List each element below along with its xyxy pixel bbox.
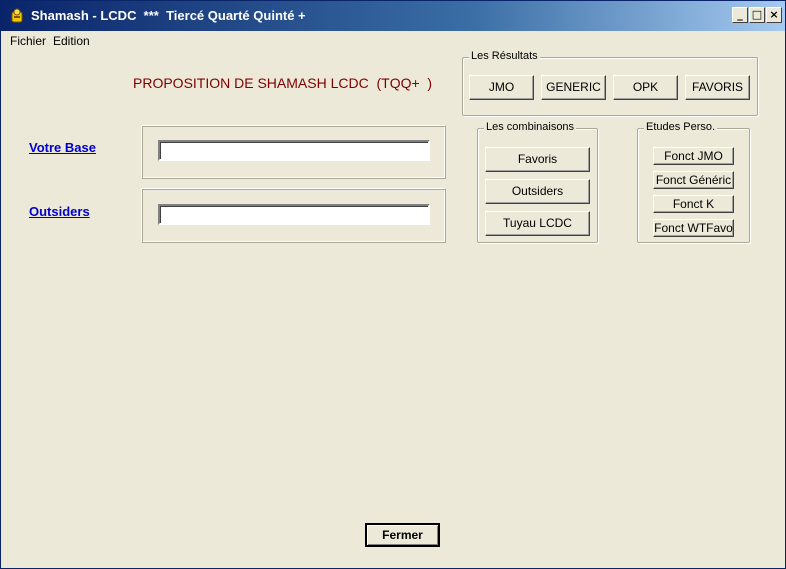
outsiders-combinaison-button[interactable]: Outsiders bbox=[485, 179, 590, 204]
outsiders-input[interactable] bbox=[158, 204, 430, 225]
fermer-button[interactable]: Fermer bbox=[365, 523, 440, 547]
combinaisons-group: Les combinaisons Favoris Outsiders Tuyau… bbox=[477, 121, 598, 243]
menu-edition[interactable]: Edition bbox=[53, 34, 90, 48]
etudes-group: Etudes Perso. Fonct JMO Fonct Généric Fo… bbox=[637, 121, 750, 243]
close-window-button[interactable]: × bbox=[766, 7, 782, 23]
favoris-result-button[interactable]: FAVORIS bbox=[685, 75, 750, 100]
resultats-group-label: Les Résultats bbox=[469, 50, 540, 62]
page-heading: PROPOSITION DE SHAMASH LCDC (TQQ+ ) bbox=[133, 75, 433, 91]
window-title: Shamash - LCDC *** Tiercé Quarté Quinté … bbox=[31, 8, 306, 23]
app-icon bbox=[11, 8, 23, 23]
tuyau-lcdc-button[interactable]: Tuyau LCDC bbox=[485, 211, 590, 236]
resultats-group: Les Résultats JMO GENERIC OPK FAVORIS bbox=[462, 50, 758, 116]
fonct-generic-button[interactable]: Fonct Généric bbox=[653, 171, 734, 189]
etudes-group-label: Etudes Perso. bbox=[644, 121, 718, 133]
menu-bar: Fichier Edition bbox=[1, 31, 785, 51]
opk-result-button[interactable]: OPK bbox=[613, 75, 678, 100]
menu-fichier[interactable]: Fichier bbox=[10, 34, 46, 48]
votre-base-label[interactable]: Votre Base bbox=[29, 140, 96, 155]
maximize-button[interactable]: □ bbox=[749, 7, 765, 23]
jmo-result-button[interactable]: JMO bbox=[469, 75, 534, 100]
fonct-jmo-button[interactable]: Fonct JMO bbox=[653, 147, 734, 165]
votre-base-input[interactable] bbox=[158, 140, 430, 161]
fonct-k-button[interactable]: Fonct K bbox=[653, 195, 734, 213]
fonct-wtfavo-button[interactable]: Fonct WTFavo bbox=[653, 219, 734, 237]
combinaisons-group-label: Les combinaisons bbox=[484, 121, 577, 133]
generic-result-button[interactable]: GENERIC bbox=[541, 75, 606, 100]
title-bar[interactable]: Shamash - LCDC *** Tiercé Quarté Quinté … bbox=[1, 1, 785, 31]
votre-base-panel bbox=[141, 125, 446, 179]
outsiders-panel bbox=[141, 188, 446, 243]
app-window: Shamash - LCDC *** Tiercé Quarté Quinté … bbox=[0, 0, 786, 569]
outsiders-label[interactable]: Outsiders bbox=[29, 204, 90, 219]
minimize-button[interactable]: _ bbox=[732, 7, 748, 23]
favoris-combinaison-button[interactable]: Favoris bbox=[485, 147, 590, 172]
